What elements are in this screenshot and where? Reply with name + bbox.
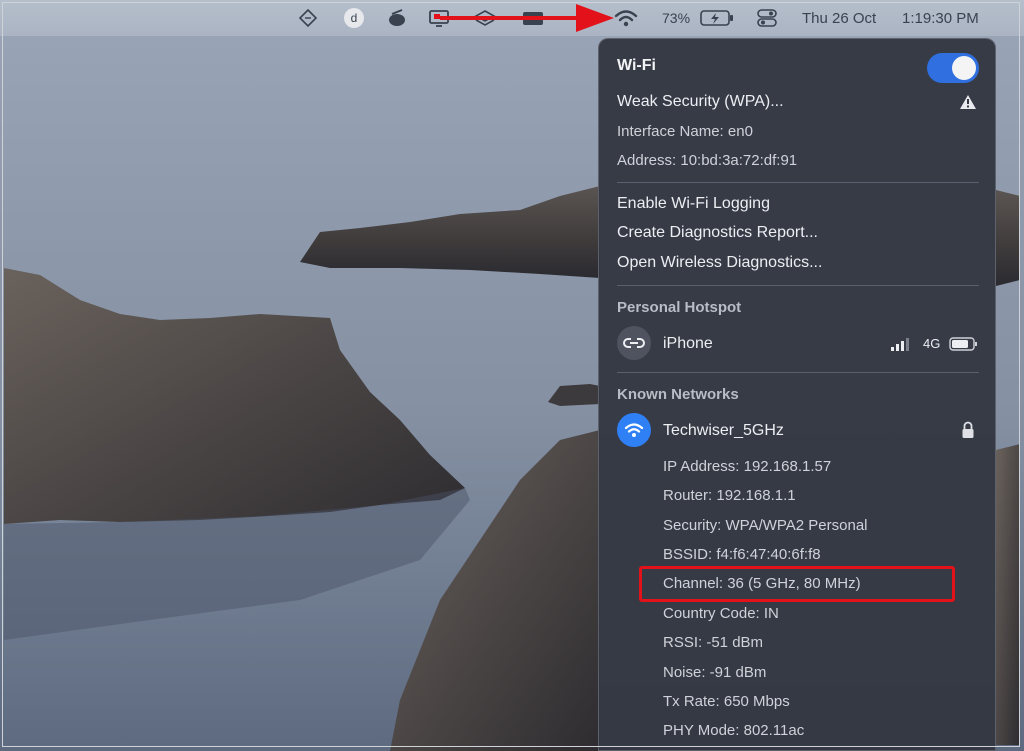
known-network-item[interactable]: Techwiser_5GHz <box>663 422 784 440</box>
menubar-time[interactable]: 1:19:30 PM <box>902 0 979 36</box>
channel-highlight-box <box>639 566 955 602</box>
cellular-signal-icon <box>891 338 909 351</box>
separator <box>617 285 979 286</box>
bucket-icon[interactable] <box>386 0 408 36</box>
hotspot-battery-icon <box>949 337 977 351</box>
separator <box>617 372 979 373</box>
enable-wifi-logging-item[interactable]: Enable Wi-Fi Logging <box>617 195 770 213</box>
personal-hotspot-header: Personal Hotspot <box>617 299 742 316</box>
warning-icon <box>960 95 976 109</box>
wifi-toggle[interactable] <box>927 53 979 83</box>
known-network-wifi-icon <box>617 413 651 447</box>
wifi-menu-panel: Wi-Fi Weak Security (WPA)... Interface N… <box>598 38 996 751</box>
security-detail: Security: WPA/WPA2 Personal <box>663 517 868 534</box>
hotspot-link-icon <box>617 326 651 360</box>
wifi-menubar-icon[interactable] <box>614 0 638 36</box>
separator <box>617 182 979 183</box>
battery-percentage: 73% <box>662 10 691 26</box>
bssid-detail: BSSID: f4:f6:47:40:6f:f8 <box>663 546 821 563</box>
hotspot-network-type: 4G <box>923 336 941 351</box>
control-center-icon[interactable] <box>756 0 778 36</box>
red-arrow-annotation <box>440 4 614 32</box>
rssi-detail: RSSI: -51 dBm <box>663 634 764 651</box>
ip-address-detail: IP Address: 192.168.1.57 <box>663 458 832 475</box>
menu-bar: d 73% Thu 26 Oct 1:19:30 PM <box>0 0 1024 36</box>
wifi-toggle-knob <box>952 56 976 80</box>
phy-mode-detail: PHY Mode: 802.11ac <box>663 722 805 739</box>
hotspot-iphone-item[interactable]: iPhone <box>663 335 713 353</box>
noise-detail: Noise: -91 dBm <box>663 664 767 681</box>
app-diamond-icon[interactable] <box>298 0 318 36</box>
create-diagnostics-report-item[interactable]: Create Diagnostics Report... <box>617 224 818 242</box>
battery-icon[interactable] <box>700 0 734 36</box>
router-detail: Router: 192.168.1.1 <box>663 487 796 504</box>
weak-security-item[interactable]: Weak Security (WPA)... <box>617 93 784 111</box>
interface-name: Interface Name: en0 <box>617 123 753 140</box>
wifi-title: Wi-Fi <box>617 57 656 74</box>
known-networks-header: Known Networks <box>617 386 739 403</box>
d-app-letter: d <box>344 8 364 28</box>
menubar-date[interactable]: Thu 26 Oct <box>802 0 876 36</box>
tx-rate-detail: Tx Rate: 650 Mbps <box>663 693 790 710</box>
d-app-icon[interactable]: d <box>344 0 364 36</box>
lock-icon <box>962 421 974 438</box>
open-wireless-diagnostics-item[interactable]: Open Wireless Diagnostics... <box>617 254 822 272</box>
mac-address: Address: 10:bd:3a:72:df:91 <box>617 152 798 169</box>
country-code-detail: Country Code: IN <box>663 605 779 622</box>
